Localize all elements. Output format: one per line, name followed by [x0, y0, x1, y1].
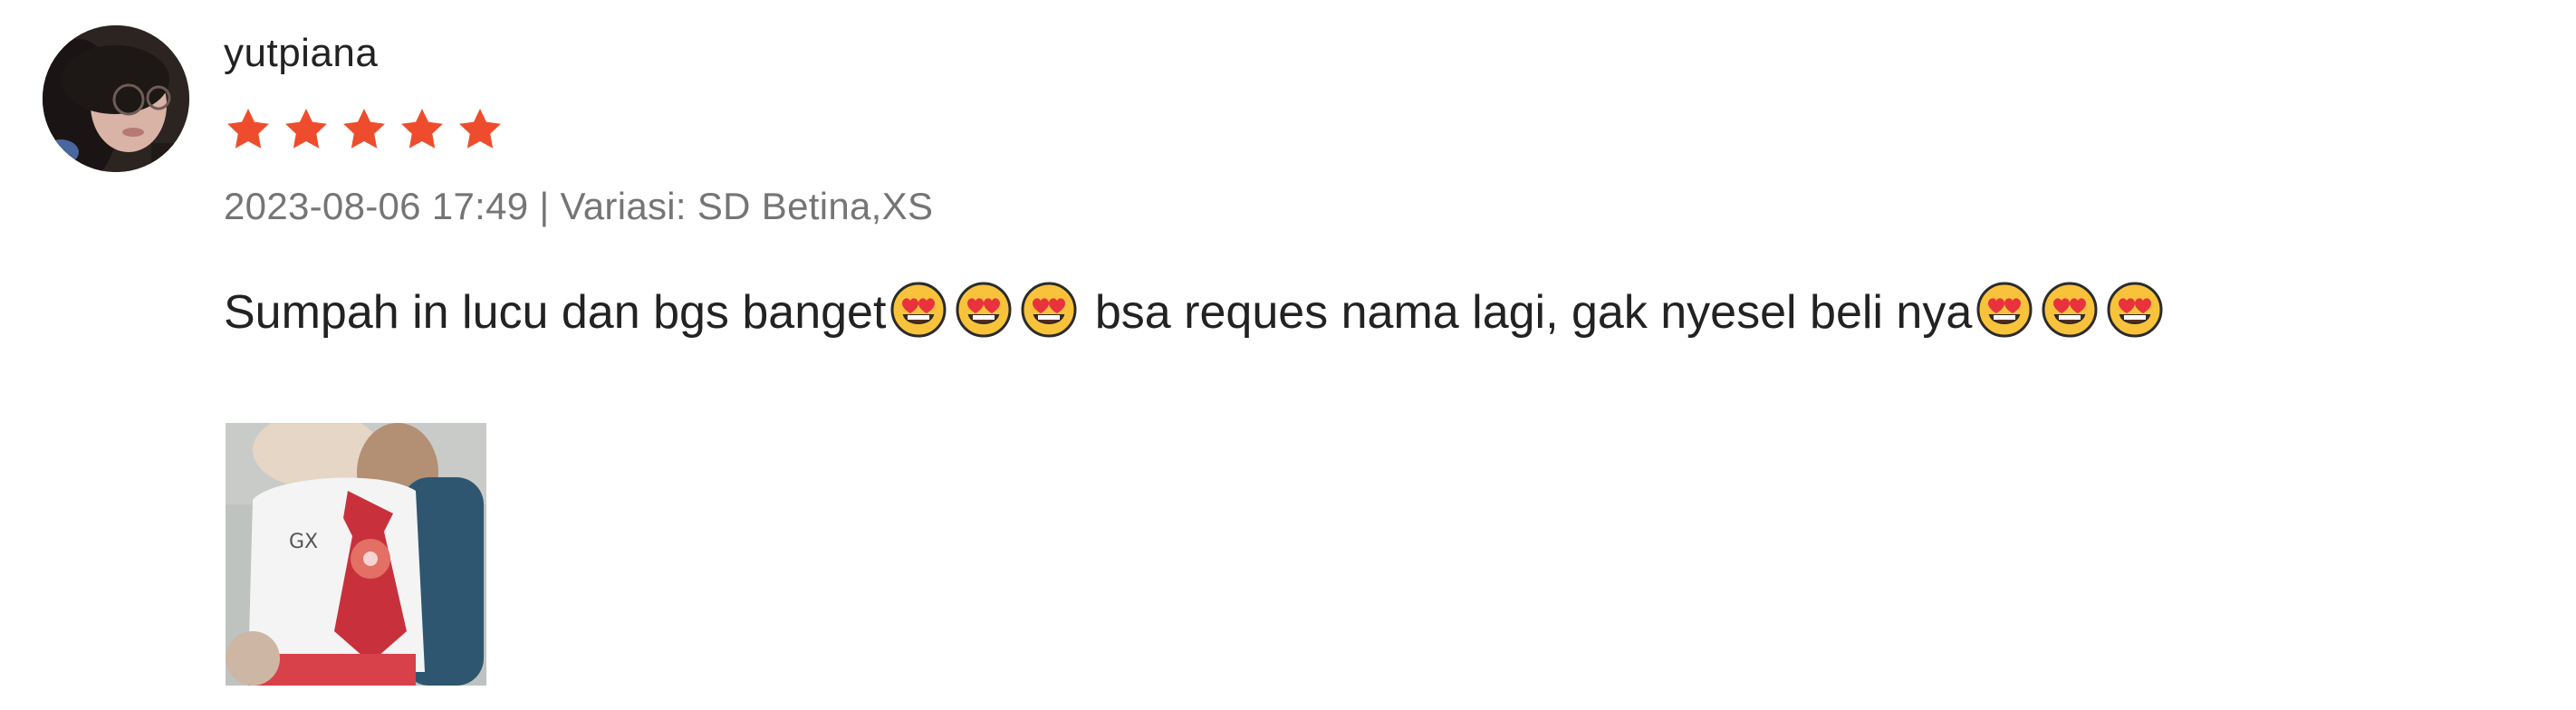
comment-text: bsa reques nama lagi, gak nyesel beli ny… — [1081, 286, 1973, 339]
heart-eyes-emoji-icon — [889, 281, 947, 339]
heart-eyes-emoji-icon — [955, 281, 1013, 339]
review-photo-image: GX — [226, 423, 486, 686]
review-photo-thumbnail[interactable]: GX — [226, 423, 486, 686]
heart-eyes-emoji-icon — [2041, 281, 2099, 339]
heart-eyes-emoji-icon — [1975, 281, 2033, 339]
comment-text: Sumpah in lucu dan bgs banget — [224, 286, 887, 339]
heart-eyes-emoji-icon — [1020, 281, 1078, 339]
review-content: yutpiana 2023-08-06 17:49 | Variasi: SD … — [224, 27, 2540, 344]
rating-stars — [224, 105, 2540, 154]
avatar-image — [43, 25, 189, 172]
product-review: yutpiana 2023-08-06 17:49 | Variasi: SD … — [0, 0, 2576, 710]
review-meta: 2023-08-06 17:49 | Variasi: SD Betina,XS — [224, 185, 934, 227]
star-icon — [459, 109, 501, 149]
star-icon — [343, 109, 385, 149]
svg-text:GX: GX — [289, 531, 318, 553]
reviewer-name: yutpiana — [224, 31, 379, 75]
star-icon — [285, 109, 327, 149]
avatar[interactable] — [43, 25, 189, 172]
review-comment: Sumpah in lucu dan bgs banget bsa reques… — [224, 281, 2540, 344]
star-icon — [401, 109, 443, 149]
heart-eyes-emoji-icon — [2106, 281, 2164, 339]
star-icon — [227, 109, 269, 149]
